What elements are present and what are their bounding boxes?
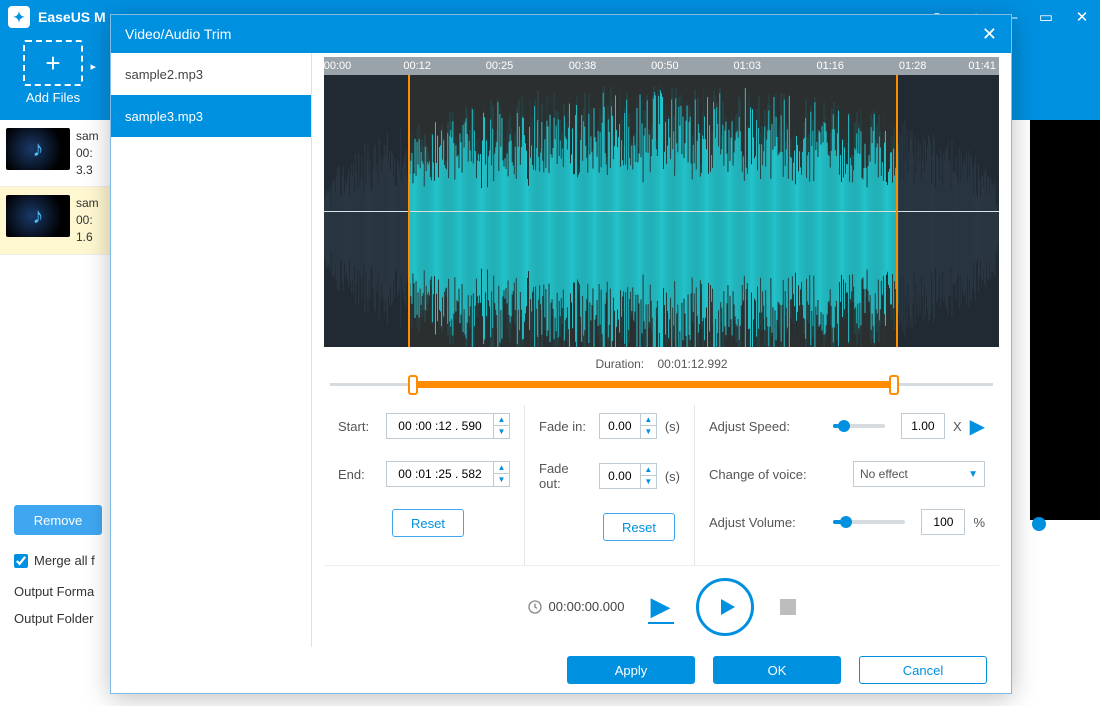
end-time-input[interactable] xyxy=(387,462,493,486)
fadein-label: Fade in: xyxy=(539,419,591,434)
chevron-down-icon: ▼ xyxy=(968,469,978,480)
add-files-icon: + xyxy=(23,40,83,86)
dialog-title: Video/Audio Trim xyxy=(125,26,231,42)
play-icon xyxy=(715,595,739,619)
tick-label: 00:00 xyxy=(324,60,352,72)
file-size: 1.6 xyxy=(76,229,99,246)
app-logo-icon: ✦ xyxy=(8,6,30,28)
end-label: End: xyxy=(338,467,378,482)
volume-input[interactable] xyxy=(921,509,965,535)
trim-end-handle[interactable] xyxy=(889,375,899,395)
playback-clock: 00:00:00.000 xyxy=(527,599,625,615)
duration-value: 00:01:12.992 xyxy=(657,357,727,371)
remove-button[interactable]: Remove xyxy=(14,505,102,535)
tick-label: 01:16 xyxy=(816,60,844,72)
play-button[interactable] xyxy=(696,578,754,636)
tick-label: 00:12 xyxy=(403,60,431,72)
seconds-unit: (s) xyxy=(665,419,680,434)
spin-down-icon[interactable]: ▼ xyxy=(641,426,656,438)
tick-label: 00:50 xyxy=(651,60,679,72)
tick-label: 00:38 xyxy=(569,60,597,72)
add-files-label: Add Files xyxy=(12,90,94,105)
fadeout-label: Fade out: xyxy=(539,461,591,491)
volume-unit: % xyxy=(973,515,985,530)
file-size: 3.3 xyxy=(76,162,99,179)
start-label: Start: xyxy=(338,419,378,434)
fadeout-input[interactable] xyxy=(600,464,640,488)
tick-label: 00:25 xyxy=(486,60,514,72)
volume-label: Adjust Volume: xyxy=(709,515,817,530)
clock-icon xyxy=(527,599,543,615)
voice-label: Change of voice: xyxy=(709,467,817,482)
fadein-input[interactable] xyxy=(600,414,640,438)
speed-input[interactable] xyxy=(901,413,945,439)
playback-controls: 00:00:00.000 ▶ xyxy=(324,565,999,647)
spin-up-icon[interactable]: ▲ xyxy=(494,414,509,426)
volume-slider[interactable] xyxy=(833,520,905,524)
file-time: 00: xyxy=(76,145,99,162)
cancel-button[interactable]: Cancel xyxy=(859,656,987,684)
fadein-stepper[interactable]: ▲▼ xyxy=(599,413,657,439)
end-time-stepper[interactable]: ▲▼ xyxy=(386,461,510,487)
waveform-selection[interactable] xyxy=(408,75,897,347)
reset-time-button[interactable]: Reset xyxy=(392,509,464,537)
apply-button[interactable]: Apply xyxy=(567,656,695,684)
voice-value: No effect xyxy=(860,467,908,481)
audio-thumb-icon: ♪ xyxy=(6,128,70,170)
file-tile[interactable]: ♪ sam 00: 1.6 xyxy=(0,187,115,254)
fadeout-stepper[interactable]: ▲▼ xyxy=(599,463,657,489)
file-name: sam xyxy=(76,128,99,145)
spin-up-icon[interactable]: ▲ xyxy=(494,462,509,474)
add-files-button[interactable]: + Add Files xyxy=(12,40,94,105)
spin-up-icon[interactable]: ▲ xyxy=(641,464,656,476)
spin-down-icon[interactable]: ▼ xyxy=(494,474,509,486)
duration-label: Duration: xyxy=(595,357,644,371)
dialog-file-item[interactable]: sample3.mp3 xyxy=(111,95,311,137)
seconds-unit: (s) xyxy=(665,469,680,484)
file-time: 00: xyxy=(76,212,99,229)
speed-label: Adjust Speed: xyxy=(709,419,817,434)
merge-checkbox[interactable] xyxy=(14,554,28,568)
spin-up-icon[interactable]: ▲ xyxy=(641,414,656,426)
dialog-file-item[interactable]: sample2.mp3 xyxy=(111,53,311,95)
timeline-ruler[interactable]: 00:00 00:12 00:25 00:38 00:50 01:03 01:1… xyxy=(324,57,999,75)
app-title: EaseUS M xyxy=(38,9,106,25)
speed-slider[interactable] xyxy=(833,424,885,428)
spin-down-icon[interactable]: ▼ xyxy=(641,476,656,488)
dialog-file-list: sample2.mp3 sample3.mp3 xyxy=(111,53,312,647)
trim-range-slider[interactable] xyxy=(330,373,993,395)
file-tile[interactable]: ♪ sam 00: 3.3 xyxy=(0,120,115,187)
main-file-list: ♪ sam 00: 3.3 ♪ sam 00: 1.6 xyxy=(0,120,115,255)
audio-thumb-icon: ♪ xyxy=(6,195,70,237)
trim-dialog: Video/Audio Trim ✕ sample2.mp3 sample3.m… xyxy=(110,14,1012,694)
spin-down-icon[interactable]: ▼ xyxy=(494,426,509,438)
tick-label: 01:03 xyxy=(733,60,761,72)
start-time-input[interactable] xyxy=(387,414,493,438)
stop-button[interactable] xyxy=(780,599,796,615)
speed-preview-icon[interactable]: ▶ xyxy=(970,414,985,439)
dialog-titlebar: Video/Audio Trim ✕ xyxy=(111,15,1011,53)
dialog-footer: Apply OK Cancel xyxy=(111,647,1011,693)
voice-select[interactable]: No effect ▼ xyxy=(853,461,985,487)
preview-panel xyxy=(1030,120,1100,520)
ok-button[interactable]: OK xyxy=(713,656,841,684)
close-icon[interactable]: ✕ xyxy=(982,24,997,45)
start-time-stepper[interactable]: ▲▼ xyxy=(386,413,510,439)
reset-fade-button[interactable]: Reset xyxy=(603,513,675,541)
tick-label: 01:41 xyxy=(968,60,996,72)
file-name: sam xyxy=(76,195,99,212)
playback-time: 00:00:00.000 xyxy=(549,599,625,614)
trim-start-handle[interactable] xyxy=(408,375,418,395)
speed-unit: X xyxy=(953,419,962,434)
window-maximize-icon[interactable]: ▭ xyxy=(1028,8,1064,26)
tick-label: 01:28 xyxy=(899,60,927,72)
merge-label: Merge all f xyxy=(34,553,95,568)
window-close-icon[interactable]: ✕ xyxy=(1064,8,1100,26)
play-export-icon[interactable]: ▶ xyxy=(650,591,670,622)
waveform[interactable] xyxy=(324,75,999,347)
